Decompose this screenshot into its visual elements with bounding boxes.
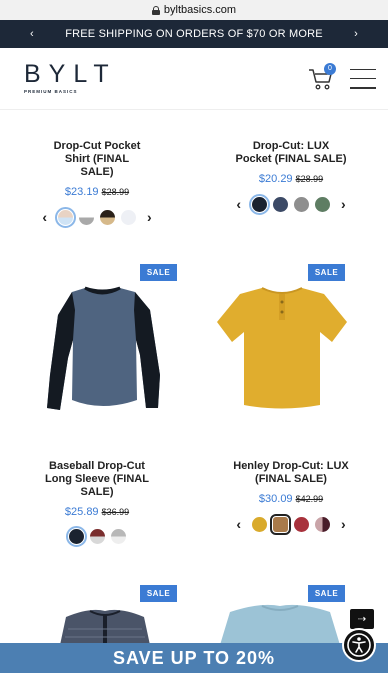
menu-icon-line	[350, 68, 376, 70]
cart-button[interactable]: 0	[308, 62, 336, 91]
url-text: byltbasics.com	[163, 4, 237, 16]
product-image-light-blue-shirt[interactable]	[220, 600, 340, 645]
swatch-next-chevron-icon[interactable]: ›	[341, 516, 346, 532]
product-card[interactable]: Drop-Cut Pocket Shirt (FINAL SALE) $23.1…	[0, 140, 194, 228]
menu-icon-line	[350, 77, 376, 80]
swatch-next-chevron-icon[interactable]: ›	[147, 209, 152, 225]
color-swatch[interactable]	[100, 209, 115, 225]
product-name[interactable]: Drop-Cut Pocket Shirt (FINAL SALE)	[0, 140, 194, 179]
sale-badge: SALE	[308, 264, 345, 281]
color-swatch[interactable]	[55, 206, 76, 228]
accessibility-button[interactable]	[342, 628, 376, 662]
product-price: $23.19	[64, 186, 99, 198]
logo-tagline: PREMIUM BASICS	[24, 89, 78, 95]
color-swatch[interactable]	[252, 516, 267, 532]
product-prices: $30.09 $42.99	[194, 493, 388, 505]
color-swatch[interactable]	[315, 196, 330, 212]
product-price: $25.89	[64, 506, 99, 518]
product-card[interactable]: Drop-Cut: LUX Pocket (FINAL SALE) $20.29…	[194, 140, 388, 215]
product-prices: $20.29 $28.99	[194, 173, 388, 185]
product-name[interactable]: Baseball Drop-Cut Long Sleeve (FINAL SAL…	[0, 460, 194, 499]
product-card[interactable]: Baseball Drop-Cut Long Sleeve (FINAL SAL…	[0, 460, 194, 547]
header-icons: 0	[308, 62, 376, 91]
color-swatches: ‹ ›	[194, 513, 388, 535]
color-swatch[interactable]	[294, 196, 309, 212]
site-header: BYLT PREMIUM BASICS 0	[0, 48, 388, 110]
color-swatch[interactable]	[110, 529, 126, 544]
color-swatch[interactable]	[89, 529, 105, 544]
cart-count-badge: 0	[324, 62, 336, 75]
accessibility-icon	[347, 633, 371, 657]
color-swatch[interactable]	[121, 209, 136, 225]
color-swatch[interactable]	[79, 209, 94, 225]
product-old-price: $42.99	[295, 494, 324, 504]
browser-url-bar[interactable]: byltbasics.com	[0, 0, 388, 20]
color-swatch[interactable]	[249, 193, 270, 215]
color-swatches: ‹ ›	[194, 193, 388, 215]
logo-wordmark: BYLT	[24, 60, 117, 89]
product-old-price: $28.99	[101, 187, 130, 197]
swatch-next-chevron-icon[interactable]: ›	[341, 196, 346, 212]
color-swatches: ‹ ›	[0, 206, 194, 228]
site-logo[interactable]: BYLT PREMIUM BASICS	[24, 62, 117, 95]
product-old-price: $28.99	[295, 174, 324, 184]
color-swatch[interactable]	[273, 196, 288, 212]
swatch-prev-chevron-icon[interactable]: ‹	[236, 516, 241, 532]
color-swatch[interactable]	[315, 516, 330, 532]
promo-text: FREE SHIPPING ON ORDERS OF $70 OR MORE	[65, 28, 323, 40]
promo-next-arrow[interactable]: ›	[354, 28, 358, 40]
sale-badge: SALE	[140, 585, 177, 602]
product-image-henley[interactable]	[212, 280, 352, 420]
menu-icon-line	[350, 87, 376, 89]
product-prices: $23.19 $28.99	[0, 186, 194, 198]
product-old-price: $36.99	[101, 507, 130, 517]
promo-prev-arrow[interactable]: ‹	[30, 28, 34, 40]
sale-badge: SALE	[140, 264, 177, 281]
product-name[interactable]: Drop-Cut: LUX Pocket (FINAL SALE)	[194, 140, 388, 166]
product-name[interactable]: Henley Drop-Cut: LUX (FINAL SALE)	[194, 460, 388, 486]
lock-icon	[151, 5, 160, 15]
product-price: $20.29	[258, 173, 293, 185]
product-prices: $25.89 $36.99	[0, 506, 194, 518]
product-card[interactable]: Henley Drop-Cut: LUX (FINAL SALE) $30.09…	[194, 460, 388, 535]
save-banner[interactable]: SAVE UP TO 20%	[0, 643, 388, 673]
color-swatch[interactable]	[270, 513, 291, 535]
menu-button[interactable]	[350, 68, 376, 89]
swatch-prev-chevron-icon[interactable]: ‹	[236, 196, 241, 212]
color-swatch[interactable]	[65, 526, 87, 547]
product-image-striped-henley[interactable]	[60, 605, 150, 645]
color-swatches	[0, 526, 194, 547]
promo-bar: ‹ FREE SHIPPING ON ORDERS OF $70 OR MORE…	[0, 20, 388, 48]
product-image-baseball-longsleeve[interactable]	[40, 280, 165, 420]
swatch-prev-chevron-icon[interactable]: ‹	[42, 209, 47, 225]
product-price: $30.09	[258, 493, 293, 505]
a11y-toggle-arrow-icon[interactable]: ⇢	[350, 609, 374, 629]
color-swatch[interactable]	[294, 516, 309, 532]
